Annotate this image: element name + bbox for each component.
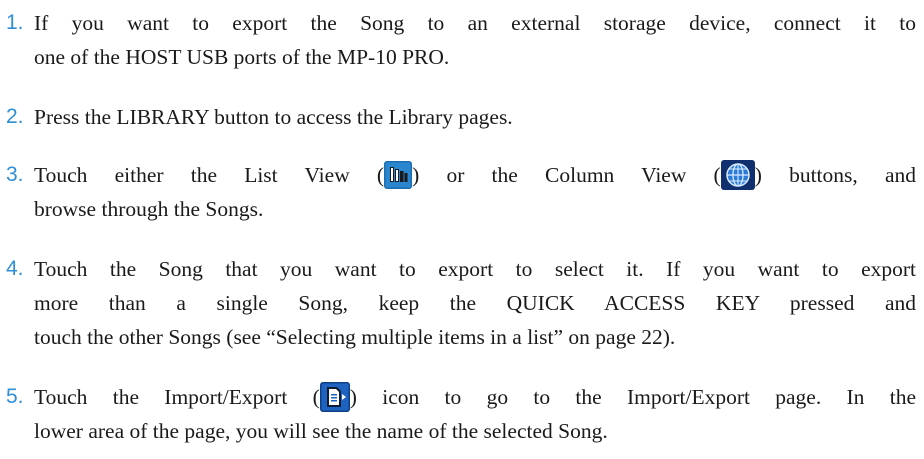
- step-number: 4.: [6, 257, 24, 280]
- column-view-icon: [720, 160, 755, 191]
- step-text: Touch either the List View ( ) or the Col…: [34, 158, 916, 226]
- step-text-segment: ) buttons, and: [754, 163, 916, 187]
- step-text: Touch the Import/Export ( ) icon to go to…: [34, 380, 916, 448]
- step-text-line: Touch either the List View ( ) or the Col…: [34, 158, 916, 192]
- step-number: 2.: [6, 105, 24, 128]
- manual-page: 1. If you want to export the Song to an …: [0, 0, 924, 459]
- step-text-line: If you want to export the Song to an ext…: [34, 11, 916, 35]
- step-text-segment: ) or the Column View (: [412, 163, 721, 187]
- step-number: 1.: [6, 11, 24, 34]
- step-text: Press the LIBRARY button to access the L…: [34, 100, 916, 134]
- step-text: If you want to export the Song to an ext…: [34, 6, 916, 74]
- step-text-segment: Touch the Import/Export (: [34, 385, 320, 409]
- step-text-line: Touch the Import/Export ( ) icon to go to…: [34, 380, 916, 414]
- step-number: 3.: [6, 163, 24, 186]
- import-export-icon: [319, 382, 350, 413]
- step-text-segment: ) icon to go to the Import/Export page. …: [349, 385, 917, 409]
- step-text-line: more than a single Song, keep the QUICK …: [34, 291, 916, 315]
- step-number: 5.: [6, 385, 24, 408]
- list-view-icon: [384, 161, 413, 190]
- step-text-line: lower area of the page, you will see the…: [34, 419, 608, 444]
- step-text-line: browse through the Songs.: [34, 197, 264, 222]
- step-text-line: Touch the Song that you want to export t…: [34, 257, 916, 281]
- step-text-line: touch the other Songs (see “Selecting mu…: [34, 325, 676, 349]
- step-text-segment: Touch either the List View (: [34, 163, 385, 187]
- step-text-line: Press the LIBRARY button to access the L…: [34, 105, 513, 129]
- step-text-line: one of the HOST USB ports of the MP-10 P…: [34, 45, 450, 69]
- step-text: Touch the Song that you want to export t…: [34, 252, 916, 354]
